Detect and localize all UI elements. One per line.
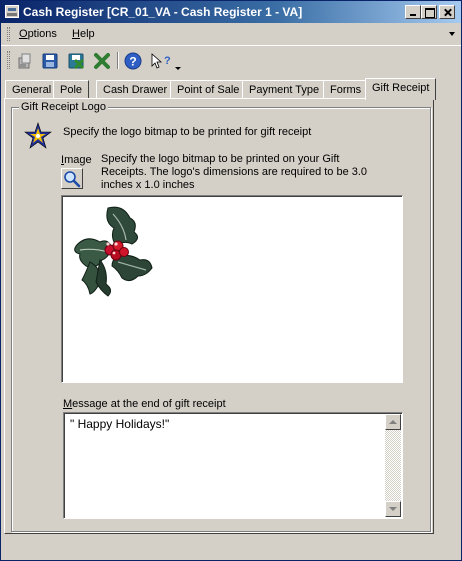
cancel-icon[interactable]	[92, 51, 112, 71]
message-label: Message at the end of gift receipt	[63, 398, 226, 410]
menu-grip-handle[interactable]	[7, 27, 10, 41]
toolbar: ? ?	[1, 45, 461, 73]
toolbar-grip-handle[interactable]	[7, 51, 10, 69]
holly-logo-image	[74, 206, 153, 297]
tab-gift-receipt[interactable]: Gift Receipt	[365, 78, 437, 100]
image-dimensions-hint: Specify the logo bitmap to be printed on…	[101, 153, 368, 191]
window-title: Cash Register [CR_01_VA - Cash Register …	[23, 5, 303, 19]
tab-point-of-sale[interactable]: Point of Sale	[170, 80, 247, 99]
tab-strip: General Pole Cash Drawer Point of Sale P…	[1, 78, 461, 100]
close-button[interactable]	[439, 5, 455, 19]
cash-register-app-icon[interactable]	[5, 5, 19, 18]
svg-text:?: ?	[129, 55, 136, 69]
tab-cash-drawer[interactable]: Cash Drawer	[96, 80, 175, 99]
magnifier-icon	[64, 171, 81, 188]
logo-image-preview[interactable]	[61, 195, 403, 383]
menu-bar: Options Help	[1, 24, 461, 44]
browse-image-button[interactable]	[61, 168, 83, 189]
tab-general[interactable]: General	[5, 80, 59, 99]
menu-overflow-chevron-icon[interactable]	[449, 32, 455, 36]
scroll-down-arrow-icon[interactable]	[385, 501, 401, 517]
message-vertical-scrollbar[interactable]	[385, 414, 401, 517]
menu-options[interactable]: Options	[19, 28, 57, 40]
menu-help[interactable]: Help	[72, 28, 95, 40]
whats-this-help-icon[interactable]: ?	[149, 51, 183, 71]
image-label: Image	[61, 154, 92, 166]
svg-text:?: ?	[164, 55, 171, 67]
cash-register-window: Cash Register [CR_01_VA - Cash Register …	[0, 0, 462, 561]
group-title: Gift Receipt Logo	[19, 101, 108, 113]
help-icon[interactable]: ?	[123, 51, 143, 71]
tab-pole[interactable]: Pole	[53, 80, 90, 99]
gift-receipt-message-textarea[interactable]: " Happy Holidays!"	[63, 412, 403, 519]
logo-description-label: Specify the logo bitmap to be printed fo…	[63, 126, 312, 138]
title-bar[interactable]: Cash Register [CR_01_VA - Cash Register …	[1, 1, 461, 23]
tab-payment-type[interactable]: Payment Type	[242, 80, 327, 99]
toolbar-separator	[117, 52, 119, 69]
minimize-button[interactable]	[405, 5, 421, 19]
logo-star-icon	[23, 121, 53, 151]
save-icon[interactable]	[40, 51, 60, 71]
delete-icon[interactable]	[66, 51, 86, 71]
new-record-icon[interactable]	[15, 51, 35, 71]
scroll-up-arrow-icon[interactable]	[385, 414, 401, 430]
maximize-button[interactable]	[421, 5, 437, 19]
tab-forms[interactable]: Forms	[323, 80, 369, 99]
message-value[interactable]: " Happy Holidays!"	[70, 417, 169, 431]
